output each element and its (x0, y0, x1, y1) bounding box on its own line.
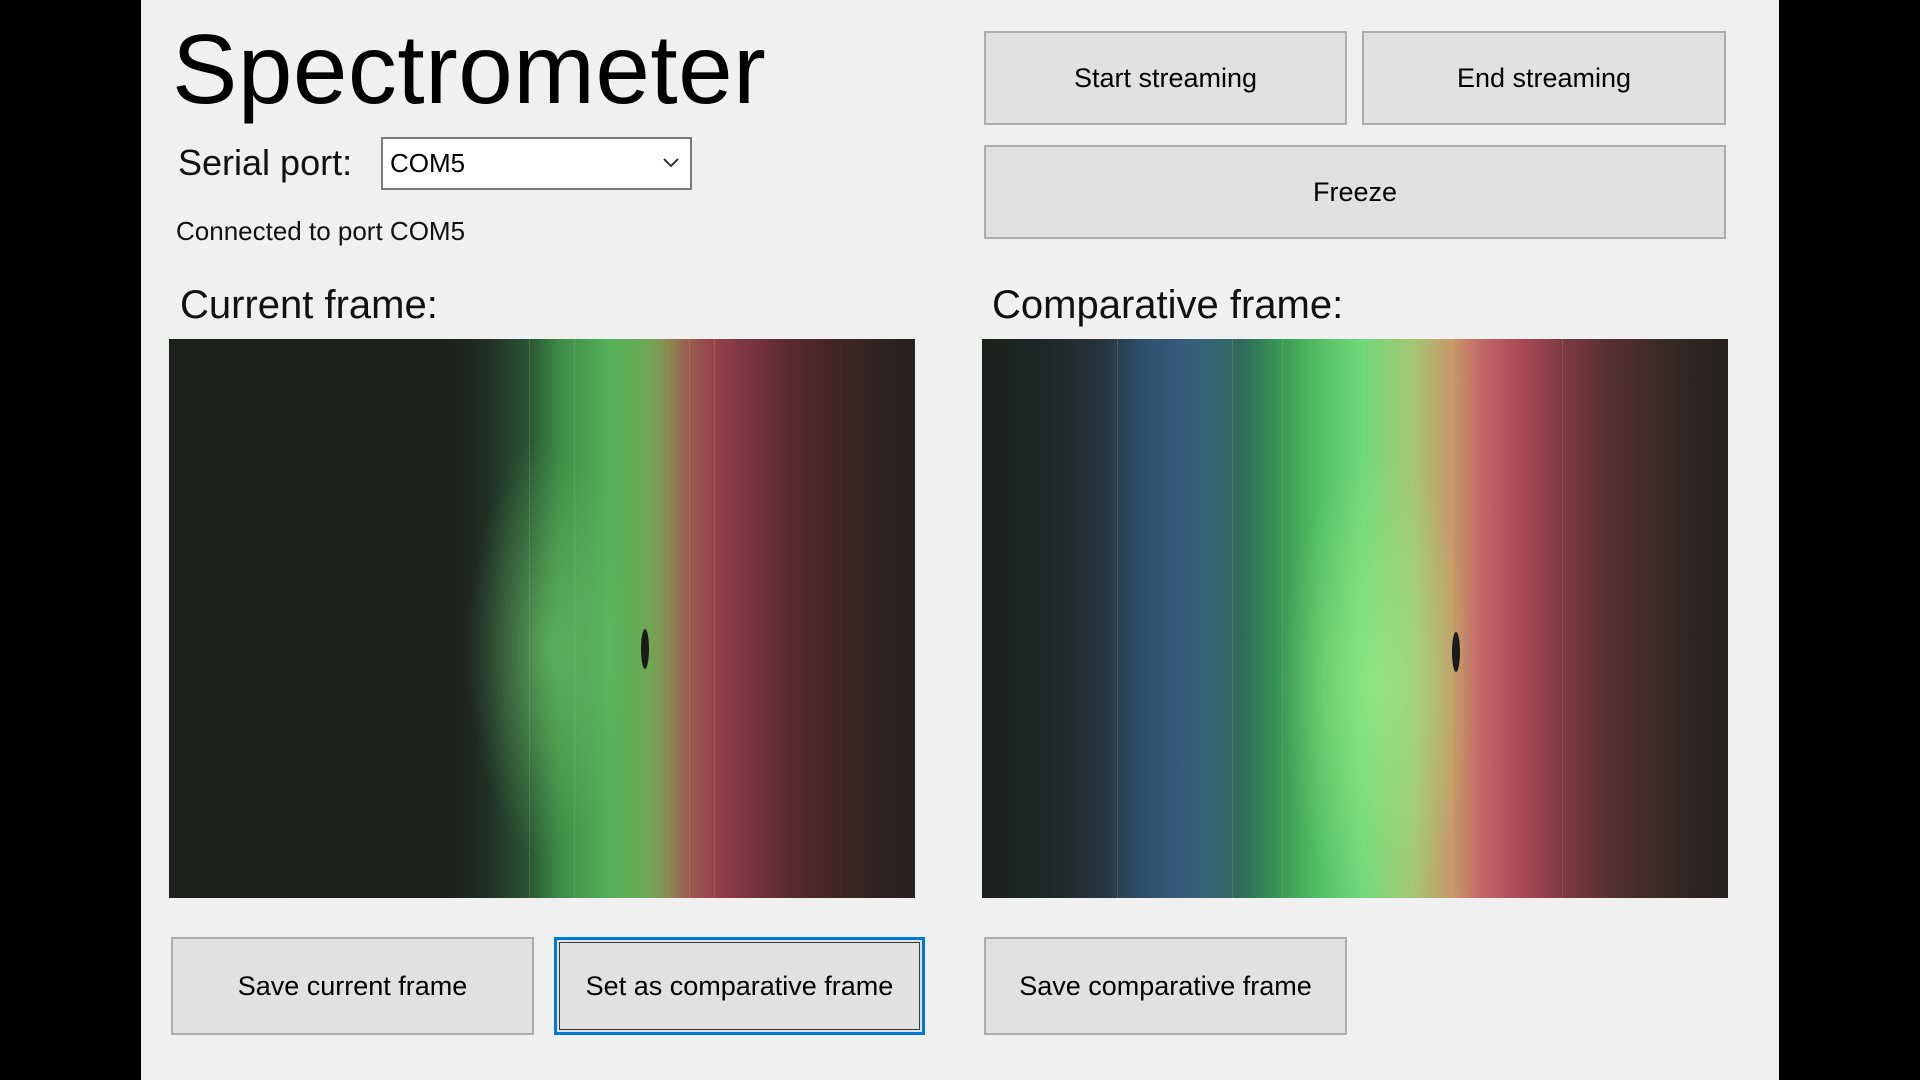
contour-line (1452, 339, 1453, 898)
contour-line (1562, 339, 1563, 898)
current-frame-image (169, 339, 915, 898)
chevron-down-icon[interactable] (660, 151, 682, 173)
current-frame-label: Current frame: (180, 283, 438, 327)
serial-port-dropdown[interactable]: COM5 (381, 137, 692, 190)
contour-line (714, 339, 715, 898)
comparative-frame-label: Comparative frame: (992, 283, 1344, 327)
serial-port-label: Serial port: (178, 142, 353, 183)
start-streaming-button[interactable]: Start streaming (984, 31, 1347, 125)
connection-status: Connected to port COM5 (176, 216, 466, 246)
contour-line (1232, 339, 1233, 898)
contour-line (689, 339, 690, 898)
contour-line (574, 339, 575, 898)
contour-line (1282, 339, 1283, 898)
save-comparative-frame-button[interactable]: Save comparative frame (984, 937, 1347, 1035)
dust-spot (641, 629, 649, 669)
contour-line (1117, 339, 1118, 898)
set-comparative-frame-button[interactable]: Set as comparative frame (554, 937, 925, 1035)
contour-line (529, 339, 530, 898)
spectrometer-window: Spectrometer Serial port: COM5 Connected… (141, 0, 1779, 1080)
serial-port-value: COM5 (390, 148, 466, 178)
app-title: Spectrometer (172, 14, 767, 124)
end-streaming-button[interactable]: End streaming (1362, 31, 1726, 125)
comparative-frame-image (982, 339, 1728, 898)
save-current-frame-button[interactable]: Save current frame (171, 937, 534, 1035)
dust-spot (1452, 632, 1460, 672)
freeze-button[interactable]: Freeze (984, 145, 1726, 239)
